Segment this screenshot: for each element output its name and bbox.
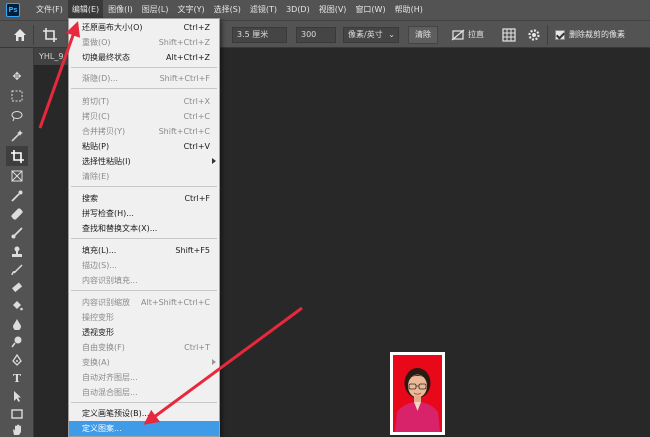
menu-view[interactable]: 视图(V) <box>315 0 351 20</box>
home-icon[interactable] <box>13 28 27 42</box>
portrait-figure <box>395 368 440 432</box>
menu-item-undo-canvas-size[interactable]: 还原画布大小(O) Ctrl+Z <box>69 20 219 35</box>
menu-item-perspective-warp[interactable]: 透视变形 <box>69 325 219 340</box>
menu-item-paste-special[interactable]: 选择性粘贴(I) <box>69 154 219 169</box>
menu-select[interactable]: 选择(S) <box>210 0 245 20</box>
menu-item-check-spelling[interactable]: 拼写检查(H)... <box>69 206 219 221</box>
tools-panel: ✥ T <box>0 48 34 437</box>
menu-file[interactable]: 文件(F) <box>32 0 67 20</box>
menu-separator <box>71 88 217 89</box>
delete-cropped-checkbox[interactable] <box>555 30 565 40</box>
menu-item-content-aware-fill[interactable]: 内容识别填充... <box>69 273 219 288</box>
menu-item-redo[interactable]: 重做(O) Shift+Ctrl+Z <box>69 35 219 50</box>
menu-3d[interactable]: 3D(D) <box>282 0 314 20</box>
healing-brush-tool-icon[interactable] <box>9 206 25 222</box>
paint-bucket-tool-icon[interactable] <box>9 298 25 314</box>
menu-item-content-aware-scale[interactable]: 内容识别缩放 Alt+Shift+Ctrl+C <box>69 295 219 310</box>
crop-preset-icon[interactable] <box>42 27 58 43</box>
menu-help[interactable]: 帮助(H) <box>391 0 427 20</box>
menu-item-transform[interactable]: 变换(A) <box>69 355 219 370</box>
menu-item-cut[interactable]: 剪切(T) Ctrl+X <box>69 94 219 109</box>
straighten-icon[interactable] <box>451 28 465 42</box>
menu-item-paste[interactable]: 粘贴(P) Ctrl+V <box>69 139 219 154</box>
eraser-tool-icon[interactable] <box>9 280 25 296</box>
menu-item-puppet-warp[interactable]: 操控变形 <box>69 310 219 325</box>
menu-item-stroke[interactable]: 描边(S)... <box>69 258 219 273</box>
menu-type[interactable]: 文字(Y) <box>173 0 208 20</box>
menu-item-define-brush-preset[interactable]: 定义画笔预设(B)... <box>69 406 219 421</box>
move-tool-icon[interactable]: ✥ <box>9 68 25 84</box>
menu-item-auto-blend-layers[interactable]: 自动混合图层... <box>69 385 219 400</box>
menu-window[interactable]: 窗口(W) <box>351 0 389 20</box>
type-tool-icon[interactable]: T <box>9 370 25 386</box>
menu-separator <box>71 402 217 403</box>
menu-separator <box>71 186 217 187</box>
menu-separator <box>71 290 217 291</box>
crop-tool-icon[interactable] <box>6 146 28 166</box>
chevron-down-icon: ⌄ <box>388 30 395 39</box>
delete-cropped-label: 删除裁剪的像素 <box>569 30 625 39</box>
clear-button[interactable]: 清除 <box>408 26 438 44</box>
resolution-input[interactable]: 300 <box>296 27 336 43</box>
options-divider <box>33 25 34 45</box>
menu-separator <box>71 67 217 68</box>
magic-wand-tool-icon[interactable] <box>9 128 25 144</box>
menu-filter[interactable]: 滤镜(T) <box>246 0 281 20</box>
edit-menu-dropdown: 还原画布大小(O) Ctrl+Z 重做(O) Shift+Ctrl+Z 切换最终状态… <box>68 18 220 437</box>
path-selection-tool-icon[interactable] <box>9 388 25 404</box>
marquee-tool-icon[interactable] <box>9 88 25 104</box>
brush-tool-icon[interactable] <box>9 225 25 241</box>
menu-item-copy[interactable]: 拷贝(C) Ctrl+C <box>69 109 219 124</box>
blur-tool-icon[interactable] <box>9 316 25 332</box>
menu-item-free-transform[interactable]: 自由变换(F) Ctrl+T <box>69 340 219 355</box>
straighten-label[interactable]: 拉直 <box>468 27 484 43</box>
menu-item-clear[interactable]: 清除(E) <box>69 169 219 184</box>
menu-item-search[interactable]: 搜索 Ctrl+F <box>69 191 219 206</box>
hand-tool-icon[interactable] <box>9 422 25 437</box>
photo-red-background <box>393 355 442 432</box>
menu-item-toggle-last-state[interactable]: 切换最终状态 Alt+Ctrl+Z <box>69 50 219 65</box>
history-brush-tool-icon[interactable] <box>9 262 25 278</box>
gear-icon[interactable] <box>527 28 541 42</box>
crop-width-input[interactable]: 3.5 厘米 <box>232 27 287 43</box>
resolution-unit-value: 像素/英寸 <box>348 30 383 39</box>
menu-image[interactable]: 图像(I) <box>104 0 137 20</box>
chevron-right-icon <box>212 359 216 365</box>
menu-separator <box>71 238 217 239</box>
id-photo-image <box>390 352 445 435</box>
photoshop-logo-icon: Ps <box>6 3 20 17</box>
dodge-tool-icon[interactable] <box>9 334 25 350</box>
frame-tool-icon[interactable] <box>9 168 25 184</box>
pen-tool-icon[interactable] <box>9 352 25 368</box>
resolution-unit-select[interactable]: 像素/英寸 ⌄ <box>343 27 399 43</box>
overlay-grid-icon[interactable] <box>502 28 516 42</box>
rectangle-tool-icon[interactable] <box>9 406 25 422</box>
eyedropper-tool-icon[interactable] <box>9 188 25 204</box>
menu-item-copy-merged[interactable]: 合并拷贝(Y) Shift+Ctrl+C <box>69 124 219 139</box>
menu-item-find-replace-text[interactable]: 查找和替换文本(X)... <box>69 221 219 236</box>
clone-stamp-tool-icon[interactable] <box>9 244 25 260</box>
menu-layer[interactable]: 图层(L) <box>138 0 173 20</box>
chevron-right-icon <box>212 158 216 164</box>
menu-edit[interactable]: 编辑(E) <box>67 0 104 20</box>
menu-item-fade[interactable]: 渐隐(D)... Shift+Ctrl+F <box>69 71 219 86</box>
options-divider <box>547 25 548 45</box>
lasso-tool-icon[interactable] <box>9 108 25 124</box>
menu-bar: Ps 文件(F) 编辑(E) 图像(I) 图层(L) 文字(Y) 选择(S) 滤… <box>0 0 650 20</box>
menu-item-auto-align-layers[interactable]: 自动对齐图层... <box>69 370 219 385</box>
menu-item-define-pattern[interactable]: 定义图案... <box>69 421 219 436</box>
menu-item-fill[interactable]: 填充(L)... Shift+F5 <box>69 243 219 258</box>
